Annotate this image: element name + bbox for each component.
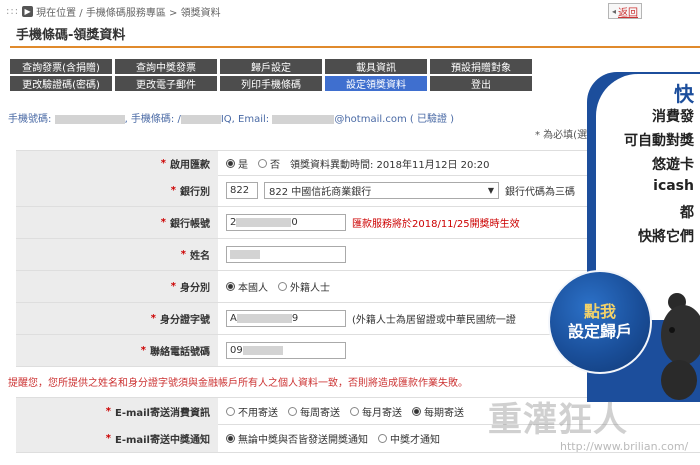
email-monthly-radio[interactable]: 每月寄送 (350, 404, 402, 419)
promo-line-6: 都 (680, 205, 694, 221)
enable-no-radio[interactable]: 否 (258, 156, 280, 171)
bank-code-input[interactable]: 822 (226, 182, 258, 199)
play-arrow-icon: ▶ (22, 5, 34, 17)
account-number-input[interactable]: 20 (226, 214, 346, 231)
enable-label: * 啟用匯款 (16, 151, 218, 175)
account-info: 手機號碼: , 手機條碼: / IQ, Email: @hotmail.com (… (8, 110, 454, 125)
menu-default-donation[interactable]: 預設捐贈對象 (430, 59, 532, 74)
back-arrow-icon: ◂ (611, 6, 616, 16)
change-time: 領獎資料異動時間: 2018年11月12日 20:20 (290, 159, 490, 171)
email-label: , Email: (231, 114, 270, 125)
promo-line-3: 可自動對獎 (624, 133, 694, 149)
menu-print-barcode[interactable]: 列印手機條碼 (220, 76, 322, 91)
identity-warning: 提醒您，您所提供之姓名和身分證字號須與金融帳戶所有人之個人資料一致，否則將造成匯… (8, 378, 468, 389)
bear-mascot-icon (661, 293, 700, 400)
remittance-notice: 匯款服務將於2018/11/25開獎時生效 (352, 219, 520, 230)
email-prize-label: * E-mail寄送中獎通知 (16, 424, 218, 452)
promo-line-4: 悠遊卡 (652, 157, 694, 173)
id-number-hint: (外籍人士為居留證或中華民國統一證 (352, 315, 516, 326)
watermark-logo: 重灌狂人 (488, 400, 628, 440)
menu-carrier-info[interactable]: 載具資訊 (325, 59, 427, 74)
masked-email (272, 114, 335, 124)
promo-line-7: 快將它們 (638, 229, 694, 245)
masked-phone (54, 114, 125, 124)
back-button[interactable]: ◂ 返回 (608, 3, 642, 19)
menu-prize-settings[interactable]: 設定領獎資料 (325, 76, 427, 91)
masked-barcode (180, 114, 221, 124)
phone-label: 手機號碼: (8, 114, 52, 125)
set-carrier-button[interactable]: 點我 設定歸戶 (548, 270, 652, 374)
breadcrumb-prefix: ::: (6, 5, 20, 17)
menu-query-prize-invoices[interactable]: 查詢中獎發票 (115, 59, 217, 74)
set-carrier-line-1: 點我 (583, 302, 616, 321)
email-consumption-label: * E-mail寄送消費資訊 (16, 398, 218, 424)
promo-line-2: 消費發 (652, 109, 694, 125)
menu-change-email[interactable]: 更改電子郵件 (115, 76, 217, 91)
function-menu: 查詢發票(含捐贈) 查詢中獎發票 歸戶設定 載具資訊 預設捐贈對象 更改驗證碼(… (10, 59, 532, 91)
barcode-label: , 手機條碼: / (124, 114, 181, 125)
account-number-label: * 銀行帳號 (16, 207, 218, 238)
enable-yes-radio[interactable]: 是 (226, 156, 248, 171)
page-title: 手機條碼-領獎資料 (16, 28, 126, 43)
verified-status: ( 已驗證 ) (409, 114, 455, 125)
identity-local-radio[interactable]: 本國人 (226, 279, 268, 294)
barcode-suffix: IQ (220, 114, 232, 125)
phone-field-label: * 聯絡電話號碼 (16, 335, 218, 366)
id-number-input[interactable]: A9 (226, 310, 346, 327)
email-period-radio[interactable]: 每期寄送 (412, 404, 464, 419)
set-carrier-line-2: 設定歸戶 (567, 322, 632, 341)
bank-hint: 銀行代碼為三碼 (505, 187, 575, 198)
menu-carrier-settings[interactable]: 歸戶設定 (220, 59, 322, 74)
name-input[interactable] (226, 246, 346, 263)
back-label: 返回 (618, 7, 638, 19)
bank-select[interactable]: 822 中國信託商業銀行 ▼ (264, 182, 499, 199)
email-suffix: @hotmail.com (334, 114, 407, 125)
id-number-label: * 身分證字號 (16, 303, 218, 334)
name-label: * 姓名 (16, 239, 218, 270)
breadcrumb-path[interactable]: 現在位置 / 手機條碼服務專區 > 領獎資料 (36, 4, 220, 19)
email-weekly-radio[interactable]: 每周寄送 (288, 404, 340, 419)
title-divider (10, 46, 700, 48)
identity-label: * 身分別 (16, 271, 218, 302)
required-note: * 為必填(選 (535, 130, 588, 141)
bank-label: * 銀行別 (16, 175, 218, 206)
breadcrumb: ::: ▶ 現在位置 / 手機條碼服務專區 > 領獎資料 (6, 4, 221, 19)
menu-query-invoices[interactable]: 查詢發票(含捐贈) (10, 59, 112, 74)
email-none-radio[interactable]: 不用寄送 (226, 404, 278, 419)
menu-logout[interactable]: 登出 (430, 76, 532, 91)
promo-line-1: 快 (674, 82, 694, 106)
phone-input[interactable]: 09 (226, 342, 346, 359)
menu-change-password[interactable]: 更改驗證碼(密碼) (10, 76, 112, 91)
prize-always-radio[interactable]: 無論中獎與否皆發送開獎通知 (226, 431, 368, 446)
promo-line-5: icash (653, 178, 694, 194)
prize-only-win-radio[interactable]: 中獎才通知 (378, 431, 440, 446)
watermark-url: http://www.brilian.com/ (560, 440, 689, 453)
identity-foreign-radio[interactable]: 外籍人士 (278, 279, 330, 294)
dropdown-arrow-icon: ▼ (487, 186, 494, 195)
